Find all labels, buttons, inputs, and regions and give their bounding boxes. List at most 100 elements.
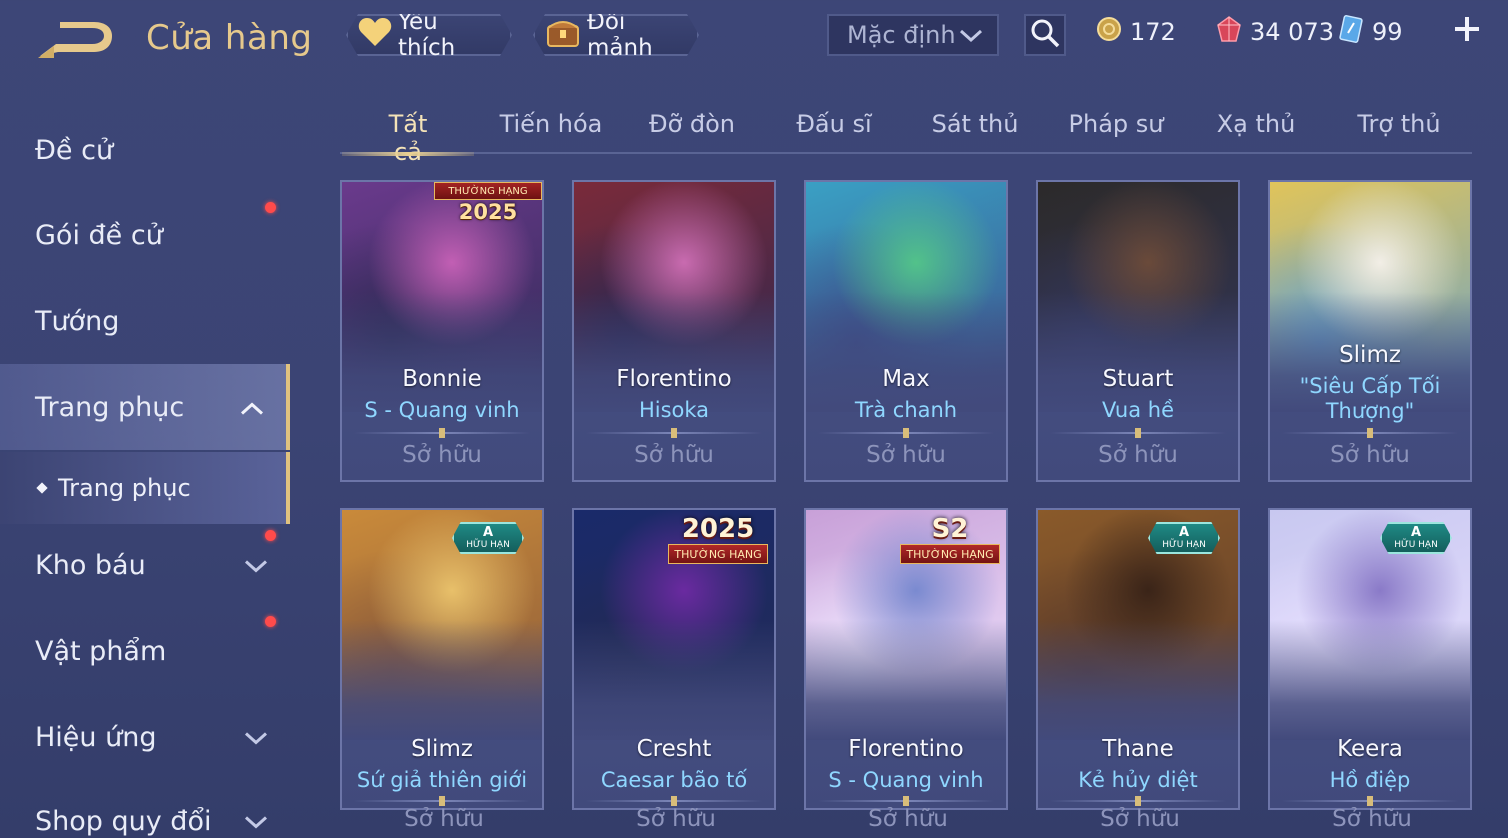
owned-status: Sở hữu [1100,806,1180,832]
shard-exchange-label: Đổi mảnh [587,9,653,61]
skin-name: Vua hề [1101,398,1175,422]
chevron-up-icon [240,392,264,423]
tab-support[interactable]: Trợ thủ [1354,110,1444,154]
sidebar-item-label: Kho báu [35,549,146,581]
plus-icon [1453,15,1481,47]
voucher-amount: 99 [1372,18,1403,46]
hero-name: Thane [1102,736,1174,762]
divider [1050,796,1226,806]
divider [586,428,762,438]
sidebar-item-label: Tướng [35,305,120,337]
skin-name: "Siêu Cấp Tối Thượng" [1299,374,1441,423]
add-currency-button[interactable] [1450,14,1484,48]
skin-card[interactable]: A HỮU HẠN Slimz Sứ giả thiên giới [340,508,544,810]
sidebar-item-recommended[interactable]: Đề cử [0,107,290,193]
skin-name: Hisoka [638,398,710,422]
sidebar-item-label: Vật phẩm [35,635,167,667]
skin-name: S - Quang vinh [828,768,984,792]
sort-dropdown[interactable]: Mặc định [827,14,999,56]
skin-name: Kẻ hủy diệt [1078,768,1198,792]
skin-name: S - Quang vinh [364,398,520,422]
shard-exchange-button[interactable]: Đổi mảnh [533,14,699,56]
voucher-card-icon [1338,15,1364,49]
sidebar-item-label: Hiệu ứng [35,721,157,753]
gold-amount: 172 [1130,18,1176,46]
skin-card[interactable]: 2025 THƯỜNG HẠNG Cresht Caesar bão tố [572,508,776,810]
chevron-down-icon [244,550,268,581]
sidebar-item-label: Trang phục [35,391,185,423]
divider [1282,428,1458,438]
tab-fighter[interactable]: Đấu sĩ [794,110,874,154]
skin-card[interactable]: THƯỜNG HẠNG 2025 Bonnie S - Quang vinh S… [340,180,544,482]
divider [354,796,530,806]
sidebar-subitem-label: Trang phục [58,474,191,502]
tab-assassin[interactable]: Sát thủ [930,110,1020,154]
hero-name: Slimz [411,736,473,762]
favorites-button[interactable]: Yêu thích [346,14,512,56]
tab-marksman[interactable]: Xạ thủ [1216,110,1296,154]
sidebar-item-effects[interactable]: Hiệu ứng [0,694,290,780]
ruby-gem-icon [1216,15,1242,49]
sidebar-item-bundles[interactable]: Gói đề cử [0,192,290,278]
gem-currency: 34 073 [1216,14,1334,50]
gem-amount: 34 073 [1250,18,1334,46]
chevron-down-icon [244,806,268,837]
owned-status: Sở hữu [404,806,484,832]
hero-name: Stuart [1102,366,1174,392]
skin-card[interactable]: Max Trà chanh Sở hữu [804,180,1008,482]
divider [354,428,530,438]
sidebar-item-label: Shop quy đổi [35,805,212,837]
back-arrow-icon[interactable] [34,18,116,62]
sidebar-item-label: Đề cử [35,134,114,166]
tab-mage[interactable]: Pháp sư [1068,110,1164,154]
sidebar-subitem-skins[interactable]: Trang phục [0,452,290,524]
sidebar-item-label: Gói đề cử [35,219,163,251]
owned-status: Sở hữu [1332,806,1412,832]
owned-status: Sở hữu [636,806,716,832]
gold-coin-icon [1096,16,1122,48]
treasure-chest-icon [545,16,581,54]
chevron-down-icon [244,722,268,753]
skin-name: Trà chanh [854,398,958,422]
skin-card[interactable]: A HỮU HẠN Keera Hồ điệp [1268,508,1472,810]
search-button[interactable] [1024,14,1066,56]
owned-status: Sở hữu [1330,442,1410,468]
notification-dot [265,530,276,541]
owned-status: Sở hữu [634,442,714,468]
page-title: Cửa hàng [146,18,313,58]
skin-card[interactable]: Stuart Vua hề Sở hữu [1036,180,1240,482]
skin-name: Caesar bão tố [600,768,748,792]
notification-dot [265,616,276,627]
sidebar-item-treasure[interactable]: Kho báu [0,522,290,608]
skin-card[interactable]: A HỮU HẠN Thane Kẻ hủy diệt [1036,508,1240,810]
sidebar-item-items[interactable]: Vật phẩm [0,608,290,694]
heart-icon [358,17,392,53]
skin-card[interactable]: S2 THƯỜNG HẠNG Florentino S - Quang vinh [804,508,1008,810]
limited-badge: A HỮU HẠN [1380,522,1452,554]
tab-all[interactable]: Tất cả [342,110,474,166]
owned-status: Sở hữu [868,806,948,832]
sidebar-item-heroes[interactable]: Tướng [0,278,290,364]
tab-tank[interactable]: Đỡ đòn [644,110,740,154]
owned-status: Sở hữu [1098,442,1178,468]
hero-name: Keera [1337,736,1403,762]
divider [818,796,994,806]
sidebar-item-skins[interactable]: Trang phục [0,364,290,450]
gold-currency: 172 [1096,14,1176,50]
skin-card[interactable]: Florentino Hisoka Sở hữu [572,180,776,482]
sidebar-item-exchange-shop[interactable]: Shop quy đổi [0,778,290,838]
divider [1050,428,1226,438]
voucher-currency: 99 [1338,14,1403,50]
chevron-down-icon [959,21,983,49]
season-ranked-badge: S2 THƯỜNG HẠNG [894,514,1006,578]
owned-status: Sở hữu [402,442,482,468]
skin-card[interactable]: Slimz "Siêu Cấp Tối Thượng" Sở hữu [1268,180,1472,482]
ranked-reward-badge: 2025 THƯỜNG HẠNG [662,514,774,578]
search-icon [1030,18,1060,52]
skin-grid: THƯỜNG HẠNG 2025 Bonnie S - Quang vinh S… [340,180,1472,838]
hero-name: Florentino [848,736,964,762]
tab-evolution[interactable]: Tiến hóa [496,110,606,154]
sort-value: Mặc định [847,21,956,49]
hero-name: Max [882,366,930,392]
skin-name: Sứ giả thiên giới [356,768,528,792]
